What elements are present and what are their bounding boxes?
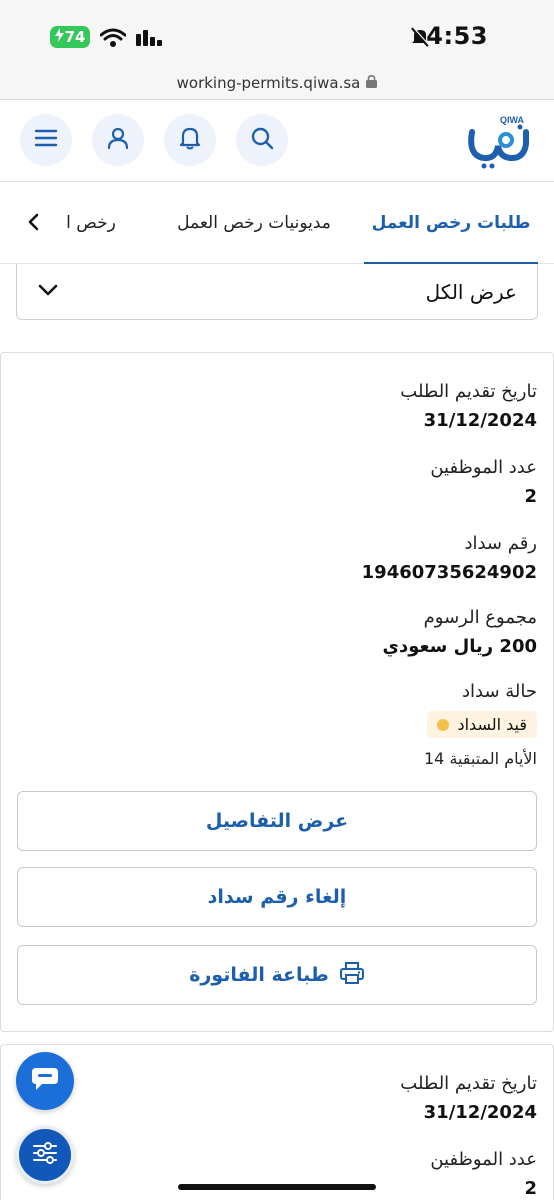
search-icon (250, 126, 274, 154)
chat-icon (30, 1065, 60, 1097)
home-indicator (178, 1184, 376, 1190)
user-icon (106, 126, 130, 154)
tab-work-permit-debts[interactable]: مديونيات رخص العمل (166, 182, 342, 264)
fees-total-field: مجموع الرسوم 200 ريال سعودي (383, 605, 538, 661)
button-label: إلغاء رقم سداد (207, 886, 347, 908)
submission-date-value: 31/12/2024 (423, 1102, 537, 1123)
tab-label: مديونيات رخص العمل (177, 213, 331, 233)
button-label: عرض التفاصيل (205, 810, 349, 832)
chevron-down-icon (37, 282, 59, 301)
tab-work-permit-requests[interactable]: طلبات رخص العمل (364, 182, 538, 265)
sadad-number-value: 19460735624902 (361, 562, 537, 583)
button-label: طباعة الفاتورة (189, 964, 329, 986)
employees-label: عدد الموظفين (430, 1149, 537, 1170)
submission-date-label: تاريخ تقديم الطلب (400, 1073, 537, 1094)
request-card: تاريخ تقديم الطلب 31/12/2024 عدد الموظفي… (0, 352, 554, 1032)
tab-bar: طلبات رخص العمل مديونيات رخص العمل رخص ا (0, 182, 554, 265)
signal-icon (136, 30, 162, 50)
app-header: QIWA (0, 100, 554, 182)
bell-icon (179, 126, 201, 154)
submission-date-field: تاريخ تقديم الطلب 31/12/2024 (400, 379, 537, 435)
payment-status-field: حالة سداد قيد السداد (427, 679, 537, 738)
lock-icon (366, 74, 378, 92)
filter-select[interactable]: عرض الكل (16, 264, 538, 320)
status-bar: 74 4:53 (0, 0, 554, 66)
sliders-icon (32, 1141, 58, 1169)
status-badge: قيد السداد (427, 711, 537, 738)
chevron-left-icon[interactable] (22, 210, 46, 234)
url-bar[interactable]: working-permits.qiwa.sa (0, 66, 554, 100)
status-dot-icon (437, 718, 450, 731)
submission-date-value: 31/12/2024 (423, 410, 537, 431)
clock: 4:53 (426, 22, 488, 50)
employees-field: عدد الموظفين 2 (430, 1147, 537, 1200)
print-invoice-button[interactable]: طباعة الفاتورة (17, 945, 537, 1005)
menu-button[interactable] (20, 114, 72, 166)
sadad-number-label: رقم سداد (464, 533, 537, 554)
tab-label: رخص ا (66, 213, 116, 233)
sadad-number-field: رقم سداد 19460735624902 (362, 531, 537, 587)
battery-level: 74 (64, 28, 86, 46)
view-details-button[interactable]: عرض التفاصيل (17, 791, 537, 851)
logo-text: QIWA (500, 115, 524, 125)
charging-icon (54, 28, 64, 46)
tab-label: طلبات رخص العمل (371, 213, 531, 233)
submission-date-label: تاريخ تقديم الطلب (400, 381, 537, 402)
battery-indicator: 74 (50, 26, 90, 48)
user-button[interactable] (92, 114, 144, 166)
employees-label: عدد الموظفين (430, 457, 537, 478)
wifi-icon (99, 28, 127, 52)
status-text: قيد السداد (457, 715, 527, 734)
employees-field: عدد الموظفين 2 (430, 455, 537, 511)
fees-total-value: 200 ريال سعودي (382, 636, 538, 657)
tab-work-permits-partial[interactable]: رخص ا (58, 182, 124, 264)
employees-value: 2 (524, 1178, 537, 1199)
remaining-days: الأيام المتبقية 14 (423, 749, 537, 768)
employees-value: 2 (524, 486, 537, 507)
qiwa-logo[interactable]: QIWA (462, 110, 534, 170)
url-text: working-permits.qiwa.sa (176, 73, 361, 92)
accessibility-settings-button[interactable] (16, 1126, 74, 1184)
chat-button[interactable] (16, 1052, 74, 1110)
menu-icon (34, 128, 58, 152)
request-card: تاريخ تقديم الطلب 31/12/2024 عدد الموظفي… (0, 1044, 554, 1200)
fees-total-label: مجموع الرسوم (423, 607, 537, 628)
printer-icon (339, 961, 365, 990)
payment-status-label: حالة سداد (461, 681, 537, 702)
submission-date-field: تاريخ تقديم الطلب 31/12/2024 (400, 1071, 537, 1127)
notifications-button[interactable] (164, 114, 216, 166)
cancel-sadad-button[interactable]: إلغاء رقم سداد (17, 867, 537, 927)
search-button[interactable] (236, 114, 288, 166)
filter-value: عرض الكل (425, 279, 517, 304)
